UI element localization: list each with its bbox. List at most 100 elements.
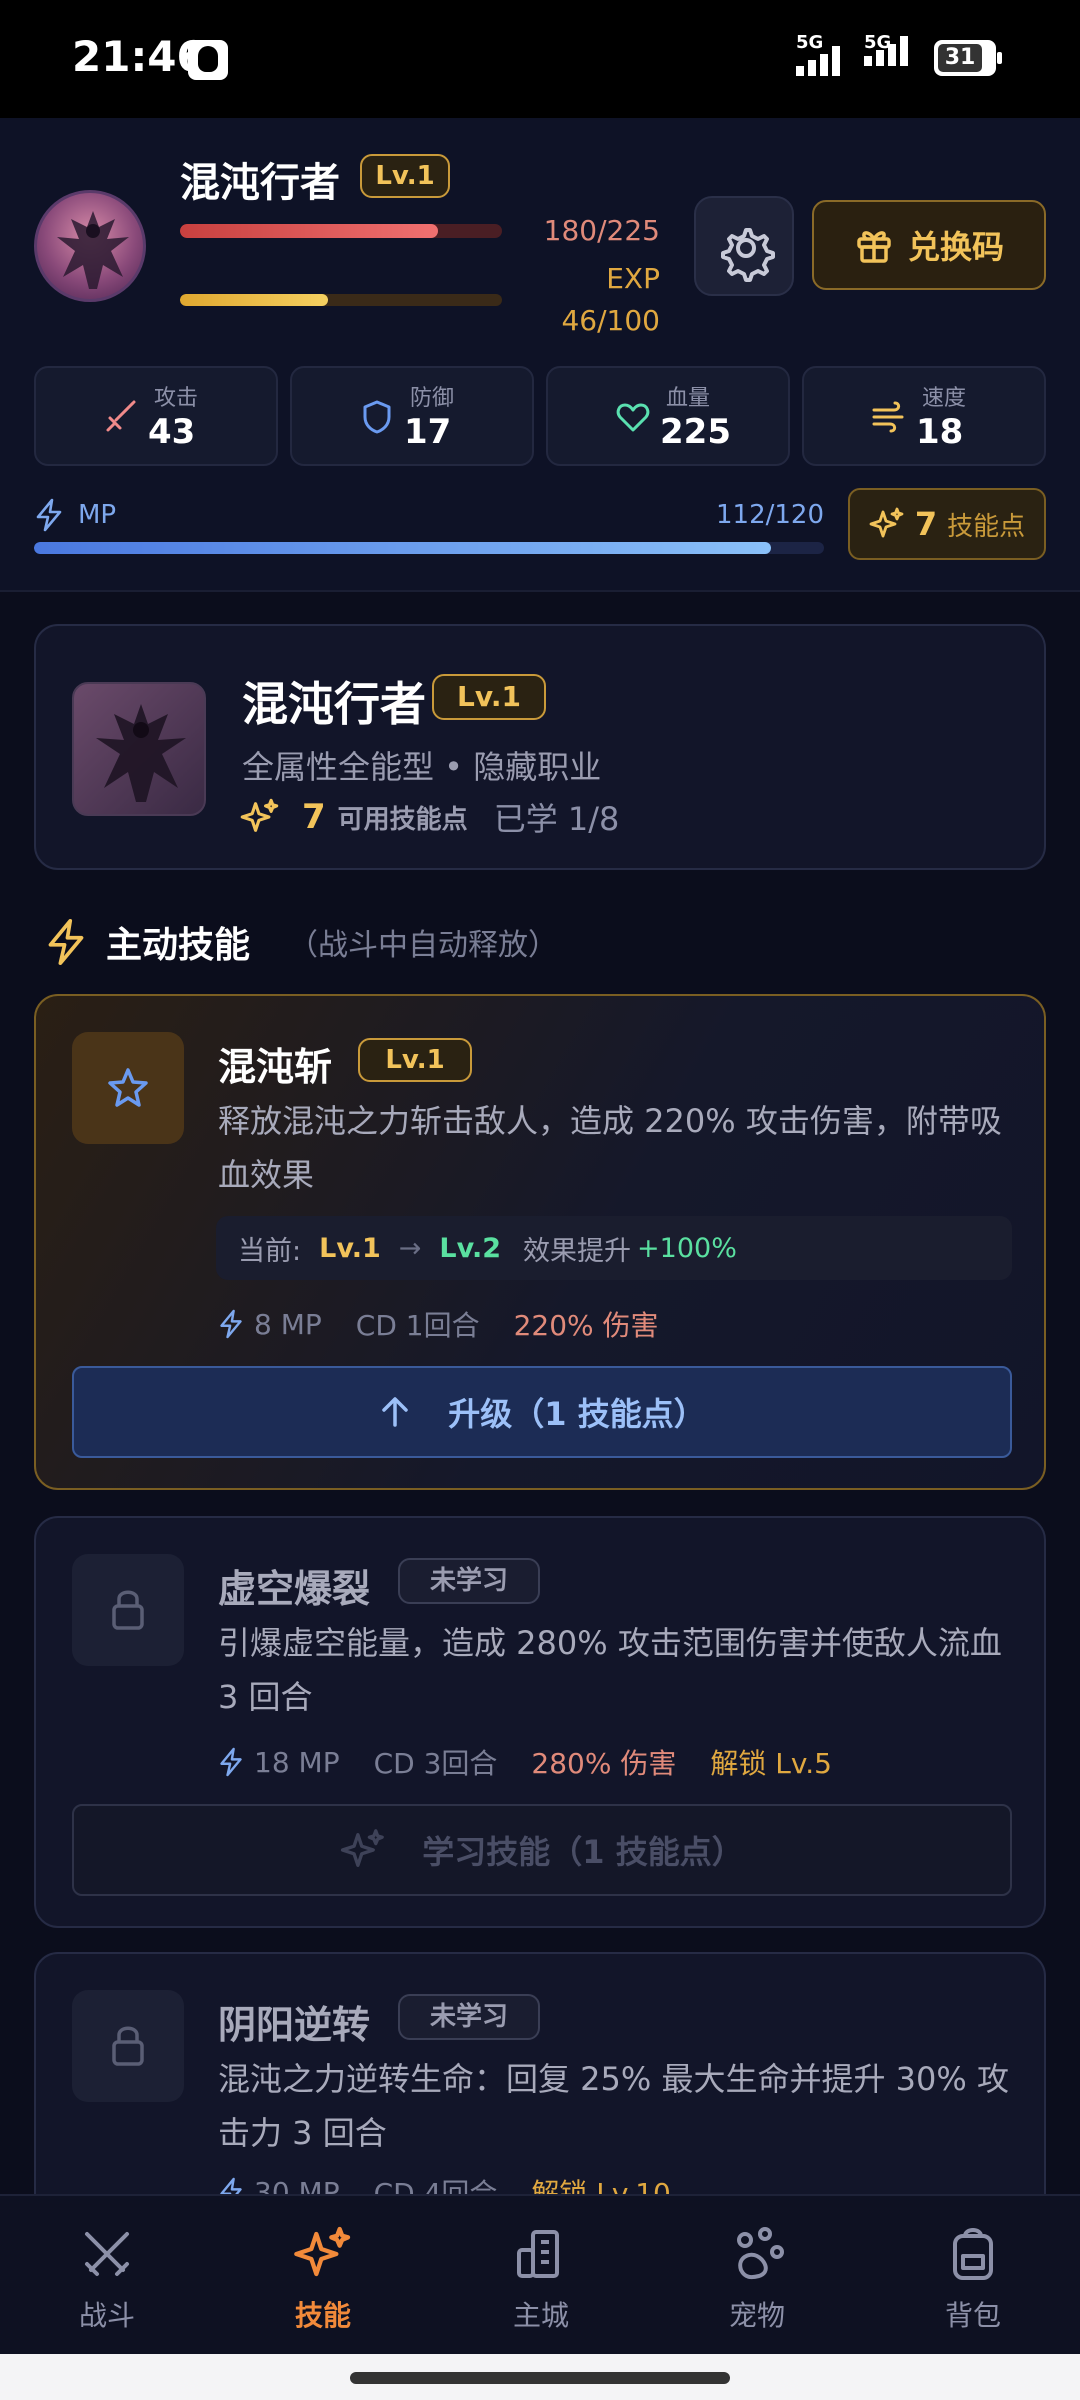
lock-icon xyxy=(112,1590,144,1630)
class-name: 混沌行者 xyxy=(242,677,426,731)
exp-bar xyxy=(180,294,502,306)
sparkles-icon xyxy=(294,2226,351,2277)
learn-skill-button[interactable]: 学习技能（1 技能点） xyxy=(72,1804,1012,1896)
tab-skills[interactable]: 技能 xyxy=(248,2224,398,2334)
class-card: 混沌行者 Lv.1 全属性全能型 • 隐藏职业 7 可用技能点 已学 1/8 xyxy=(34,624,1046,870)
stat-card-speed: 速度 18 xyxy=(802,366,1046,466)
city-icon xyxy=(517,2230,559,2278)
hp-text: 180/225 xyxy=(543,214,660,247)
sparkles-icon xyxy=(240,798,279,832)
settings-button[interactable] xyxy=(694,196,794,296)
home-indicator[interactable] xyxy=(350,2372,730,2384)
gesture-bar xyxy=(0,2354,1080,2400)
backpack-icon xyxy=(953,2228,993,2280)
stat-value: 17 xyxy=(404,412,452,452)
skill-meta-row: 8 MP CD 1回合 220% 伤害 xyxy=(218,1304,659,1344)
skill-description: 混沌之力逆转生命：回复 25% 最大生命并提升 30% 攻击力 3 回合 xyxy=(218,2060,1009,2152)
exp-label: EXP xyxy=(606,262,660,295)
heart-icon xyxy=(616,403,650,432)
lightning-icon xyxy=(220,1747,242,1777)
available-points-label: 可用技能点 xyxy=(337,804,468,835)
stat-label: 攻击 xyxy=(154,386,199,411)
sparkles-icon xyxy=(869,507,904,538)
exp-text: 46/100 xyxy=(561,304,660,337)
sparkles-icon xyxy=(341,1829,385,1867)
skill-description: 引爆虚空能量，造成 280% 攻击范围伤害并使敌人流血 3 回合 xyxy=(218,1624,1002,1716)
wind-icon xyxy=(872,401,904,433)
skill-status-badge: 未学习 xyxy=(398,1558,540,1604)
skill-points-button[interactable]: 7 技能点 xyxy=(848,488,1046,560)
paw-icon xyxy=(737,2227,784,2280)
skill-points-label: 技能点 xyxy=(947,511,1026,542)
learned-count: 已学 1/8 xyxy=(493,800,620,838)
exp-bar-fill xyxy=(180,294,329,306)
skill-meta-row: 18 MP CD 3回合 280% 伤害 解锁 Lv.5 xyxy=(218,1742,832,1782)
mp-text: 112/120 xyxy=(715,500,824,530)
upgrade-to-level: Lv.2 xyxy=(439,1232,502,1264)
stat-label: 防御 xyxy=(410,386,455,411)
gear-icon xyxy=(721,228,775,282)
hp-bar-fill xyxy=(180,224,438,238)
qq-notification-icon xyxy=(188,40,228,80)
skill-icon-box xyxy=(72,1032,184,1144)
skill-points-count: 7 xyxy=(914,505,938,543)
skill-icon-box xyxy=(72,1554,184,1666)
stat-card-hp: 血量 225 xyxy=(546,366,790,466)
skill-card-void-burst[interactable]: 虚空爆裂 未学习 引爆虚空能量，造成 280% 攻击范围伤害并使敌人流血 3 回… xyxy=(34,1516,1046,1928)
stat-value: 43 xyxy=(148,412,196,452)
arrow-right-icon: → xyxy=(398,1232,422,1264)
crossed-swords-icon xyxy=(85,2232,129,2276)
mp-label: MP xyxy=(34,498,116,532)
skill-card-chaos-slash[interactable]: 混沌斩 Lv.1 释放混沌之力斩击敌人，造成 220% 攻击伤害，附带吸血效果 … xyxy=(34,994,1046,1490)
redeem-code-label: 兑换码 xyxy=(907,228,1004,266)
stat-card-defense: 防御 17 xyxy=(290,366,534,466)
section-note: （战斗中自动释放） xyxy=(288,928,559,963)
upgrade-bonus: +100% xyxy=(637,1232,737,1264)
upgrade-preview-row: 当前: Lv.1 → Lv.2 效果提升 +100% xyxy=(216,1216,1012,1280)
class-points-row: 7 可用技能点 已学 1/8 xyxy=(240,794,619,840)
arrow-up-icon xyxy=(382,1397,409,1427)
skill-name: 混沌斩 xyxy=(218,1045,333,1089)
chaos-walker-portrait-icon xyxy=(96,704,186,802)
upgrade-skill-button[interactable]: 升级（1 技能点） xyxy=(72,1366,1012,1458)
skill-icon-box xyxy=(72,1990,184,2102)
clock: 21:46 xyxy=(72,32,206,81)
available-points-count: 7 xyxy=(302,797,326,837)
lock-icon xyxy=(112,2026,144,2066)
skill-name: 阴阳逆转 xyxy=(218,2003,371,2047)
stat-card-attack: 攻击 43 xyxy=(34,366,278,466)
gift-icon xyxy=(857,231,891,263)
skill-status-badge: 未学习 xyxy=(398,1994,540,2040)
redeem-code-button[interactable]: 兑换码 xyxy=(812,200,1046,290)
mp-bar xyxy=(34,542,824,554)
stat-value: 18 xyxy=(916,412,964,452)
status-bar: 21:46 5G 5G 31 xyxy=(0,0,1080,118)
mp-bar-fill xyxy=(34,542,772,554)
player-level-badge: Lv.1 xyxy=(360,154,450,198)
sword-icon xyxy=(106,400,136,432)
class-subtitle: 全属性全能型 • 隐藏职业 xyxy=(242,748,602,786)
section-title: 主动技能 xyxy=(106,925,251,966)
active-skills-heading: 主动技能 （战斗中自动释放） xyxy=(44,916,558,968)
chaos-walker-portrait-icon xyxy=(57,211,129,289)
lightning-icon xyxy=(48,918,84,966)
skill-description: 释放混沌之力斩击敌人，造成 220% 攻击伤害，附带吸血效果 xyxy=(218,1102,1002,1194)
star-icon xyxy=(108,1068,148,1107)
class-level-badge: Lv.1 xyxy=(432,674,546,720)
lightning-icon xyxy=(220,1309,242,1339)
stat-value: 225 xyxy=(660,412,731,452)
shield-icon xyxy=(363,400,391,434)
tab-city[interactable]: 主城 xyxy=(466,2224,616,2334)
skill-level-badge: Lv.1 xyxy=(358,1038,472,1082)
upgrade-from-level: Lv.1 xyxy=(319,1232,381,1264)
stat-label: 血量 xyxy=(666,386,711,411)
tab-battle[interactable]: 战斗 xyxy=(32,2224,182,2334)
tab-backpack[interactable]: 背包 xyxy=(898,2224,1048,2334)
signal-icon-2: 5G xyxy=(864,32,908,66)
lightning-icon xyxy=(36,498,62,532)
tab-pets[interactable]: 宠物 xyxy=(682,2224,832,2334)
stat-label: 速度 xyxy=(922,386,967,411)
player-avatar[interactable] xyxy=(34,190,146,302)
hp-bar xyxy=(180,224,502,238)
signal-icon: 5G xyxy=(796,32,840,76)
